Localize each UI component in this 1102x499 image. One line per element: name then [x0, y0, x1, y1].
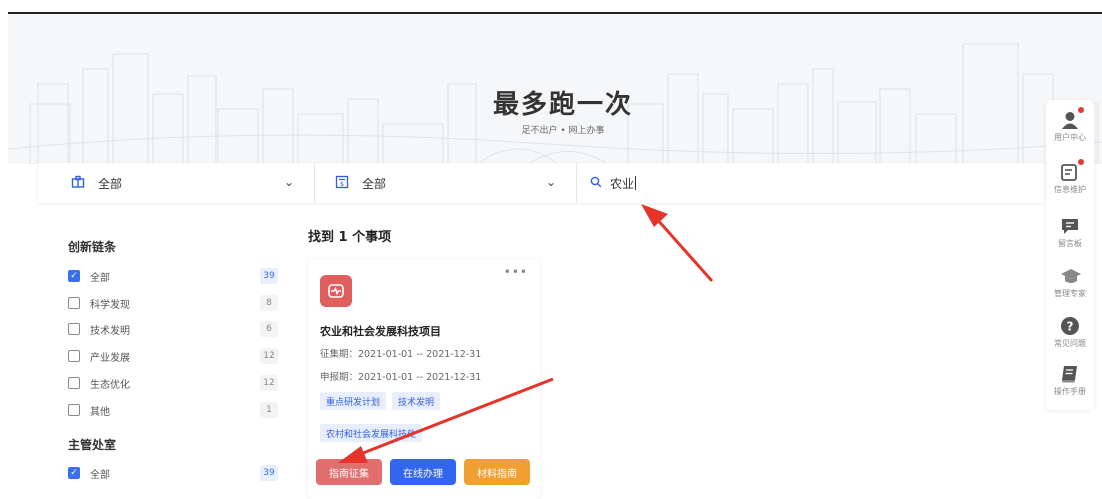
- section-title-innovation-chain: 创新链条: [68, 240, 117, 254]
- user-icon: [1060, 107, 1084, 130]
- filter-item-ecology-optimization[interactable]: 生态优化 12: [68, 373, 278, 393]
- online-handle-button[interactable]: 在线办理: [390, 459, 456, 485]
- collect-period: 征集期：2021-01-01 -- 2021-12-31: [320, 349, 482, 360]
- checkbox-icon[interactable]: [68, 404, 80, 416]
- type-select[interactable]: $ 全部: [334, 163, 564, 203]
- filter-item-other[interactable]: 其他 1: [68, 400, 278, 420]
- tag: 技术发明: [392, 392, 441, 410]
- material-guide-button[interactable]: 材料指南: [464, 459, 530, 485]
- filter-bar: 全部 ⌄ $ 全部 ⌄ 农业: [38, 163, 1044, 203]
- filter-item-label: 技术发明: [90, 325, 130, 337]
- filter-item-industry-development[interactable]: 产业发展 12: [68, 346, 278, 366]
- count-badge: 12: [260, 348, 278, 364]
- results-heading: 找到 1 个事项: [308, 230, 392, 245]
- search-icon: [588, 176, 604, 191]
- checkbox-icon[interactable]: [68, 350, 80, 362]
- building-icon: [70, 175, 86, 192]
- notification-badge: [1078, 107, 1084, 113]
- info-maintenance-button[interactable]: 信息维护: [1046, 159, 1094, 195]
- section-title-department: 主管处室: [68, 438, 117, 452]
- svg-text:$: $: [340, 181, 344, 188]
- message-icon: [1060, 216, 1080, 236]
- text-cursor: [635, 176, 637, 190]
- graduation-cap-icon: [1060, 266, 1081, 286]
- filter-item-science-discovery[interactable]: 科学发现 8: [68, 293, 278, 313]
- document-icon: $: [334, 175, 350, 192]
- faq-button[interactable]: ? 常见问题: [1046, 316, 1094, 349]
- more-options-icon[interactable]: •••: [504, 265, 528, 279]
- manual-icon: [1060, 364, 1080, 384]
- apply-period: 申报期：2021-01-01 -- 2021-12-31: [320, 372, 482, 383]
- filter-item-label: 生态优化: [90, 379, 130, 391]
- divider: [576, 163, 577, 203]
- search-input[interactable]: 农业: [610, 175, 634, 192]
- toolbar-label: 信息维护: [1054, 185, 1086, 194]
- divider: [314, 163, 315, 203]
- type-select-value: 全部: [362, 176, 387, 191]
- filter-item-label: 全部: [90, 272, 110, 284]
- svg-text:?: ?: [1067, 320, 1074, 334]
- tag: 农村和社会发展科技处: [320, 424, 423, 442]
- department-select-value: 全部: [98, 176, 123, 191]
- count-badge: 39: [260, 465, 278, 481]
- tag: 重点研发计划: [320, 392, 387, 410]
- checkbox-icon[interactable]: [68, 323, 80, 335]
- checkbox-checked-icon[interactable]: ✓: [68, 270, 80, 282]
- question-icon: ?: [1060, 316, 1080, 336]
- count-badge: 39: [260, 268, 278, 284]
- toolbar-label: 操作手册: [1054, 387, 1086, 396]
- toolbar-label: 用户中心: [1054, 133, 1086, 142]
- page-title: 最多跑一次: [492, 90, 633, 120]
- filter-item-dept-all[interactable]: ✓ 全部 39: [68, 463, 278, 483]
- annotation-arrow: [641, 204, 714, 282]
- checkbox-checked-icon[interactable]: ✓: [68, 467, 80, 479]
- department-select[interactable]: 全部: [70, 163, 310, 203]
- count-badge: 8: [260, 295, 278, 311]
- result-card[interactable]: ••• 农业和社会发展科技项目 征集期：2021-01-01 -- 2021-1…: [308, 259, 540, 499]
- filter-item-label: 全部: [90, 469, 110, 481]
- filter-item-tech-invention[interactable]: 技术发明 6: [68, 319, 278, 339]
- filter-item-label: 产业发展: [90, 352, 130, 364]
- message-board-button[interactable]: 留言板: [1046, 216, 1094, 249]
- right-toolbar: 用户中心 信息维护 留言板 管理专家 ? 常见问题 操作手册: [1046, 100, 1094, 410]
- count-badge: 1: [260, 402, 278, 418]
- toolbar-label: 管理专家: [1054, 289, 1086, 298]
- filter-item-all[interactable]: ✓ 全部 39: [68, 266, 278, 286]
- hero-banner: 最多跑一次 足不出户 • 网上办事: [8, 14, 1102, 164]
- filter-item-label: 其他: [90, 406, 110, 418]
- checkbox-icon[interactable]: [68, 297, 80, 309]
- toolbar-label: 常见问题: [1054, 339, 1086, 348]
- page-subtitle: 足不出户 • 网上办事: [521, 126, 605, 136]
- user-manual-button[interactable]: 操作手册: [1046, 364, 1094, 397]
- manage-experts-button[interactable]: 管理专家: [1046, 266, 1094, 299]
- toolbar-label: 留言板: [1058, 239, 1082, 248]
- edit-icon: [1060, 159, 1084, 182]
- filter-item-label: 科学发现: [90, 299, 130, 311]
- count-badge: 12: [260, 375, 278, 391]
- search-field[interactable]: 农业: [588, 163, 1028, 203]
- user-center-button[interactable]: 用户中心: [1046, 107, 1094, 143]
- heartbeat-icon: [320, 275, 352, 307]
- guide-collect-button[interactable]: 指南征集: [316, 459, 382, 485]
- count-badge: 6: [260, 321, 278, 337]
- chevron-down-icon[interactable]: ⌄: [284, 175, 294, 189]
- notification-badge: [1078, 159, 1084, 165]
- card-title[interactable]: 农业和社会发展科技项目: [320, 323, 441, 339]
- chevron-down-icon[interactable]: ⌄: [546, 175, 556, 189]
- checkbox-icon[interactable]: [68, 377, 80, 389]
